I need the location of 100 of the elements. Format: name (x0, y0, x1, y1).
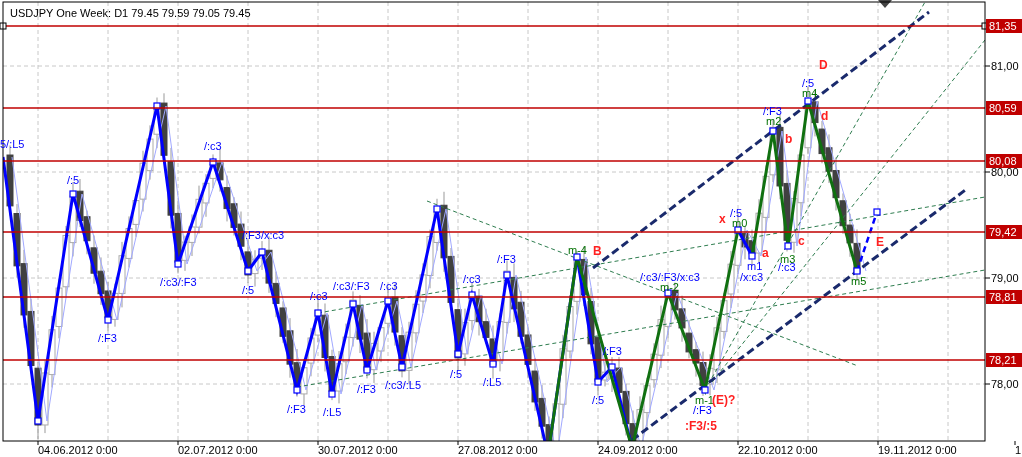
date-label: 04.06.2012 0:00 (38, 444, 118, 456)
pivot-marker (748, 252, 756, 260)
pivot-marker (69, 190, 77, 198)
point-label: E (876, 235, 884, 249)
wave-label: /x:c3 (740, 271, 764, 283)
axis-tick (877, 440, 879, 446)
wave-label: 5/:L5 (0, 138, 25, 150)
point-label: D (819, 58, 828, 72)
point-label: d (821, 109, 829, 123)
wave-label: /:L5 (483, 376, 502, 388)
wave-label: /:c3/:F3/x:c3 (640, 271, 700, 283)
pivot-marker (209, 158, 217, 166)
wave-label: /:c3 (204, 140, 222, 152)
pivot-marker (174, 260, 182, 268)
axis-tick (177, 440, 179, 446)
wave-label: /:5 (730, 207, 743, 219)
chart-title: USDJPY One Week: D1 79.45 79.59 79.05 79.45 (10, 7, 251, 19)
wave-label: /:F3 (693, 404, 712, 416)
pivot-marker (664, 289, 672, 297)
date-label: 19.11.2012 0:00 (878, 444, 957, 456)
date-label: 1 (1015, 444, 1022, 456)
wave-label: /:c3/:L5 (385, 379, 422, 391)
pivot-marker (398, 363, 406, 371)
point-label: c (798, 234, 805, 248)
wave-label: /:c3 (463, 273, 481, 285)
wave-label: m1 (747, 260, 763, 272)
axis-tick (984, 277, 991, 279)
wave-label: /:F3 (357, 383, 376, 395)
wave-label: /:c3/:F3 (160, 276, 197, 288)
axis-tick (984, 383, 991, 385)
pivot-marker (468, 291, 476, 299)
point-label: b (785, 132, 793, 146)
pivot-marker (804, 97, 812, 105)
price-level-line: 80,08 (2, 154, 1022, 168)
pivot-marker (784, 242, 792, 250)
point-label: a (762, 246, 769, 260)
axis-tick (1014, 440, 1016, 446)
pivot-marker (853, 267, 861, 275)
pivot-marker (328, 390, 336, 398)
wave-marker-label: m4 (802, 87, 818, 99)
price-level-line: 81,35 (0, 19, 1022, 33)
wave-marker-label: m0 (732, 217, 748, 229)
date-label: 02.07.2012 0:00 (178, 444, 258, 456)
pivot-marker (734, 226, 742, 234)
point-label: x (719, 212, 726, 226)
axis-tick (984, 65, 991, 67)
pivot-marker (701, 386, 709, 394)
pivot-marker (384, 297, 392, 305)
pivot-marker (363, 366, 371, 374)
axis-tick (317, 440, 319, 446)
pivot-marker (489, 360, 497, 368)
wave-marker-label: m5 (851, 275, 867, 287)
triangle-marker-icon (878, 0, 892, 8)
pivot-marker (594, 378, 602, 386)
axis-tick (737, 440, 739, 446)
price-tick-label: 78,00 (991, 378, 1019, 390)
pivot-marker (314, 309, 322, 317)
axis-tick (457, 440, 459, 446)
price-tick-label: 81,00 (991, 60, 1019, 72)
axis-tick (37, 440, 39, 446)
wave-label: /:5 (242, 284, 255, 296)
price-tick-label: 79,00 (991, 272, 1019, 284)
wave-label: /:L5 (323, 406, 342, 418)
date-label: 30.07.2012 0:00 (318, 444, 398, 456)
pivot-marker (293, 386, 301, 394)
date-label: 22.10.2012 0:00 (738, 444, 818, 456)
date-label: 27.08.2012 0:00 (458, 444, 538, 456)
wave-label: /:5 (592, 394, 605, 406)
point-label: (E)? (712, 393, 736, 407)
point-label: B (593, 244, 602, 258)
wave-label: /:5 (450, 368, 463, 380)
pivot-marker (873, 208, 881, 216)
pivot-marker (349, 300, 357, 308)
date-label: 24.09.2012 0:00 (598, 444, 678, 456)
wave-label: /:5 (67, 174, 80, 186)
wave-label: /:5 (802, 77, 815, 89)
wave-label: /:c3 (380, 280, 398, 292)
wave-label: /:F3 (287, 403, 306, 415)
pivot-marker (503, 271, 511, 279)
pivot-marker (769, 127, 777, 135)
pivot-marker (104, 316, 112, 324)
pivot-marker (608, 363, 616, 371)
axis-tick (984, 171, 991, 173)
pivot-marker (34, 417, 42, 425)
wave-label: /:c3/:F3 (333, 280, 370, 292)
pivot-marker (454, 350, 462, 358)
price-tick-label: 80,00 (991, 166, 1019, 178)
pivot-marker (244, 267, 252, 275)
wave-label: /:F3 (497, 253, 516, 265)
wave-marker-label: m2 (766, 115, 782, 127)
wave-marker-label: m-2 (660, 281, 679, 293)
pivot-marker (573, 253, 581, 261)
point-label: :F3/:5 (685, 419, 717, 433)
pivot-marker (153, 102, 161, 110)
wave-marker-label: m-1 (695, 394, 714, 406)
axis-tick (597, 440, 599, 446)
pivot-marker (258, 248, 266, 256)
wave-label: /:F3 (98, 332, 117, 344)
wave-marker-label: m-4 (568, 244, 587, 256)
pivot-marker (433, 205, 441, 213)
